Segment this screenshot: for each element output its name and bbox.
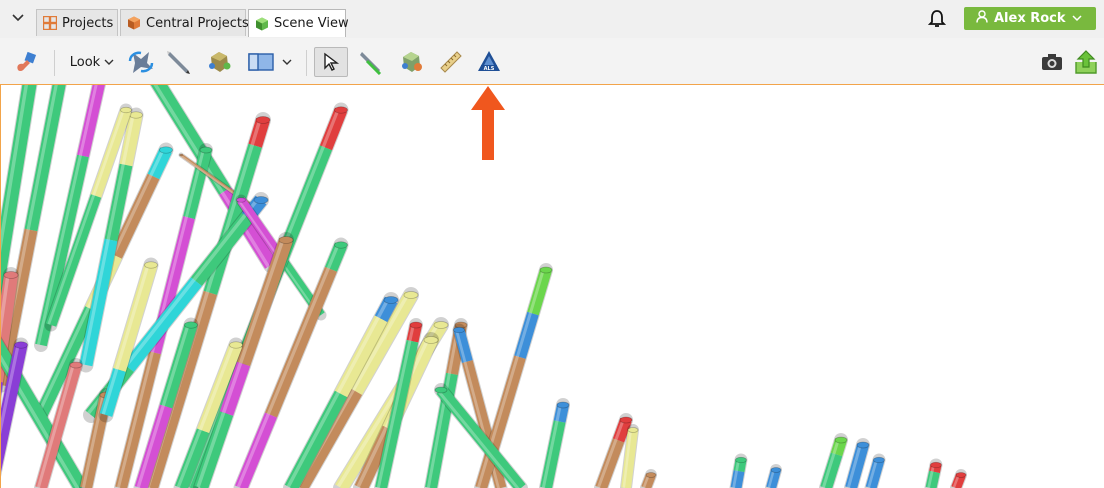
tabs-menu-chevron-icon[interactable] (10, 10, 26, 26)
drillhole-scene[interactable] (1, 85, 1104, 488)
rotate-sync-icon (127, 49, 155, 75)
draw-line-icon (358, 49, 384, 75)
drillhole[interactable] (765, 464, 782, 488)
camera-button[interactable] (1038, 50, 1066, 74)
drillhole-segment (234, 412, 278, 488)
chevron-down-icon (104, 59, 114, 66)
pencil-icon (166, 49, 192, 75)
tab-bar: Projects Central Projects Scene View Ale… (0, 0, 1104, 38)
share-upload-icon (1073, 49, 1099, 75)
hand-tool-button[interactable] (12, 50, 40, 74)
select-pointer-button[interactable] (314, 47, 348, 77)
share-upload-button[interactable] (1072, 50, 1100, 74)
ruler-button[interactable] (436, 50, 466, 74)
central-projects-icon (127, 16, 141, 30)
projects-grid-icon (42, 15, 58, 31)
tab-projects[interactable]: Projects (36, 9, 118, 36)
move-shape-icon (398, 49, 424, 75)
draw-line-button[interactable] (356, 49, 386, 75)
panel-layout-dropdown[interactable] (244, 50, 296, 74)
scene-3d-view[interactable] (0, 85, 1104, 488)
drillhole[interactable] (844, 438, 870, 488)
drillhole[interactable] (539, 398, 570, 488)
als-logo-icon: ALS (477, 50, 501, 74)
scene-toolbar: Look ALS (0, 38, 1104, 85)
look-dropdown[interactable]: Look (66, 50, 118, 74)
user-name: Alex Rock (994, 11, 1066, 26)
als-button[interactable]: ALS (476, 50, 502, 74)
shape-tool-button[interactable] (204, 50, 234, 74)
ruler-icon (438, 49, 464, 75)
tab-central-projects[interactable]: Central Projects (120, 9, 249, 36)
notification-bell-icon[interactable] (927, 9, 947, 29)
drillhole[interactable] (950, 469, 967, 488)
drillhole[interactable] (729, 453, 748, 488)
drillhole-segment (540, 420, 566, 488)
drillhole[interactable] (640, 469, 657, 488)
shape-tool-icon (206, 49, 232, 75)
look-label: Look (69, 54, 101, 70)
drillhole-segment (595, 438, 625, 488)
rotate-sync-button[interactable] (126, 50, 156, 74)
scene-cube-icon (255, 17, 269, 31)
drillhole[interactable] (864, 453, 886, 488)
drillhole[interactable] (924, 458, 943, 488)
toolbar-separator (306, 50, 307, 76)
drillhole-segment (514, 311, 539, 359)
drillhole-segment (319, 107, 348, 151)
annotation-arrow (470, 86, 506, 160)
hand-tool-icon (14, 50, 38, 74)
select-pointer-icon (322, 52, 340, 72)
move-shape-button[interactable] (396, 50, 426, 74)
pencil-button[interactable] (164, 50, 194, 74)
drillhole-segment (527, 268, 552, 316)
tab-scene-view[interactable]: Scene View (248, 9, 349, 37)
panel-layout-icon (248, 53, 274, 71)
camera-icon (1040, 52, 1064, 72)
drillhole-segment (99, 368, 126, 417)
drillhole-segment (24, 85, 66, 232)
tab-label: Projects (62, 15, 114, 31)
svg-text:ALS: ALS (484, 66, 495, 72)
chevron-down-icon (1072, 11, 1082, 26)
user-account-button[interactable]: Alex Rock (964, 7, 1096, 30)
tab-label: Scene View (274, 16, 349, 31)
drillhole[interactable] (819, 433, 848, 488)
chevron-down-icon (282, 59, 292, 66)
tab-label: Central Projects (146, 15, 249, 31)
toolbar-separator (54, 50, 55, 76)
user-icon (976, 10, 988, 27)
